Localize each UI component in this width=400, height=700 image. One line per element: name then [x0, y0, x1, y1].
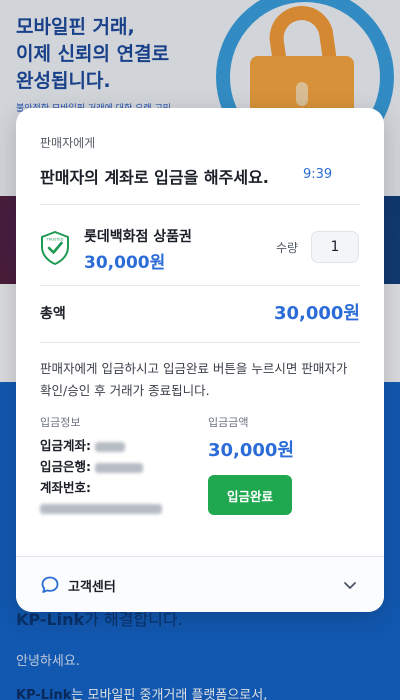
quantity-label: 수량: [276, 241, 299, 255]
account-number-row: 계좌번호:: [40, 477, 91, 496]
divider: [40, 342, 360, 343]
total-value: 30,000원: [273, 303, 360, 324]
redacted-value: [40, 503, 162, 514]
deposit-complete-button[interactable]: 입금완료: [208, 475, 292, 515]
deposit-amount-label: 입금금액: [208, 416, 249, 429]
deposit-amount-value: 30,000원: [208, 440, 295, 461]
account-number-value-row: [40, 500, 162, 515]
account-holder-label: 입금계좌:: [40, 438, 91, 453]
quantity-field[interactable]: 1: [311, 231, 359, 263]
redacted-value: [95, 462, 143, 473]
deposit-info-label: 입금정보: [40, 416, 81, 429]
chat-bubble-icon: [41, 576, 59, 593]
account-holder-row: 입금계좌:: [40, 435, 125, 454]
modal-eyebrow: 판매자에게: [40, 136, 96, 150]
customer-center-accordion[interactable]: 고객센터: [16, 556, 384, 612]
chevron-down-icon: [344, 582, 356, 589]
trusted-badge-text: TRUSTED: [46, 238, 64, 242]
bank-row: 입금은행:: [40, 456, 143, 475]
divider: [40, 285, 360, 286]
deposit-instruction: 판매자에게 입금하시고 입금완료 버튼을 누르시면 판매자가 확인/승인 후 거…: [40, 361, 348, 398]
account-number-label: 계좌번호:: [40, 480, 91, 495]
trusted-shield-icon: TRUSTED: [41, 231, 69, 265]
countdown-timer: 9:39: [303, 167, 333, 182]
deposit-modal: 판매자에게 판매자의 계좌로 입금을 해주세요. 9:39 TRUSTED 롯데…: [16, 108, 384, 612]
divider: [40, 204, 360, 205]
bank-label: 입금은행:: [40, 459, 91, 474]
redacted-value: [95, 441, 125, 452]
customer-center-label: 고객센터: [68, 580, 116, 595]
